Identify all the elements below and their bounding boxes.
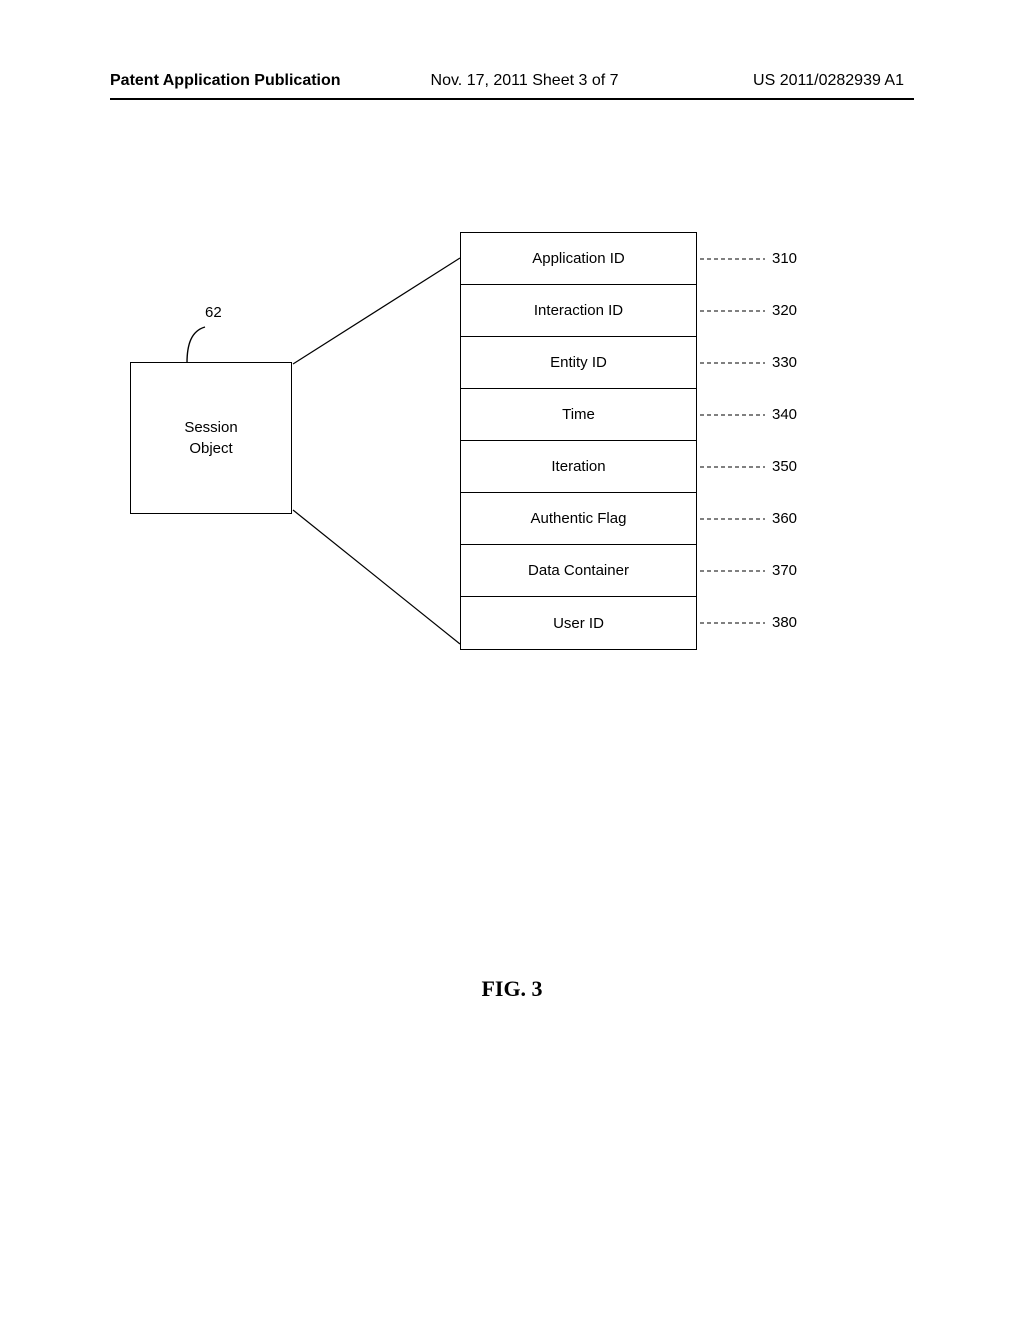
ref-leader-330 — [700, 362, 765, 363]
ref-360: 360 — [772, 510, 797, 527]
session-label-2: Object — [189, 440, 232, 457]
ref-leader-320 — [700, 310, 765, 311]
header-center: Nov. 17, 2011 Sheet 3 of 7 — [431, 72, 619, 90]
ref-330: 330 — [772, 354, 797, 371]
ref-380: 380 — [772, 614, 797, 631]
header-left: Patent Application Publication — [110, 72, 341, 90]
field-data-container: Data Container — [461, 545, 696, 597]
ref-leader-360 — [700, 518, 765, 519]
figure-caption: FIG. 3 — [0, 976, 1024, 1002]
ref-370: 370 — [772, 562, 797, 579]
field-time: Time — [461, 389, 696, 441]
ref-310: 310 — [772, 250, 797, 267]
session-ref-number: 62 — [205, 304, 222, 321]
session-label-1: Session — [184, 419, 237, 436]
ref-350: 350 — [772, 458, 797, 475]
header-rule — [110, 98, 914, 100]
field-iteration: Iteration — [461, 441, 696, 493]
field-authentic-flag: Authentic Flag — [461, 493, 696, 545]
ref-leader-340 — [700, 414, 765, 415]
field-user-id: User ID — [461, 597, 696, 649]
header: Patent Application Publication Nov. 17, … — [0, 72, 1024, 96]
field-application-id: Application ID — [461, 233, 696, 285]
session-ref-leader — [183, 325, 213, 365]
figure-diagram: 62 Session Object Application ID Interac… — [110, 230, 910, 750]
ref-leader-310 — [700, 258, 765, 259]
ref-leader-380 — [700, 622, 765, 623]
field-interaction-id: Interaction ID — [461, 285, 696, 337]
ref-leader-370 — [700, 570, 765, 571]
fan-connectors — [285, 230, 465, 670]
fields-table: Application ID Interaction ID Entity ID … — [460, 232, 697, 650]
ref-320: 320 — [772, 302, 797, 319]
field-entity-id: Entity ID — [461, 337, 696, 389]
ref-340: 340 — [772, 406, 797, 423]
session-object-box: Session Object — [130, 362, 292, 514]
header-right: US 2011/0282939 A1 — [753, 72, 904, 90]
ref-leader-350 — [700, 466, 765, 467]
